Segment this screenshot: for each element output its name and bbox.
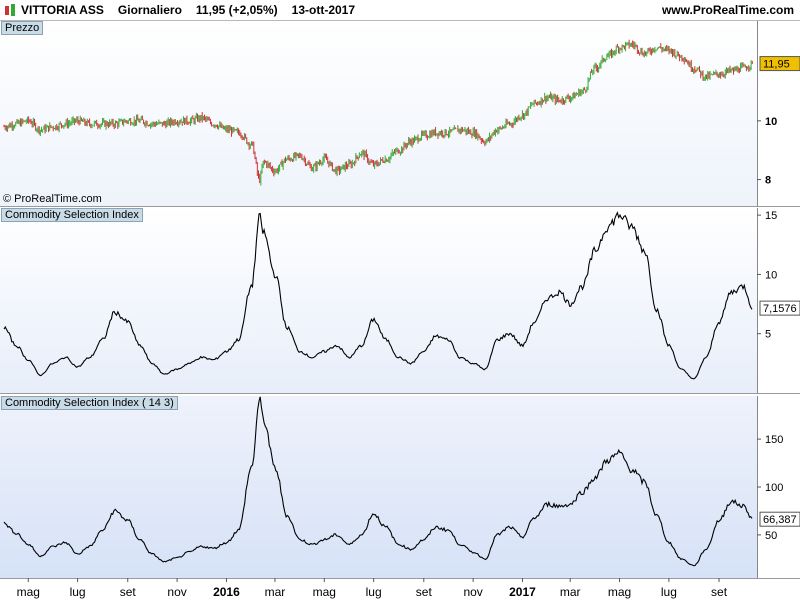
y-tick-label: 5 xyxy=(765,329,771,341)
csi-panel-title: Commodity Selection Index xyxy=(1,208,143,222)
x-tick-label: 2016 xyxy=(213,585,240,599)
x-tick-label: mag xyxy=(17,585,40,599)
y-tick-label: 150 xyxy=(765,434,783,446)
y-tick-label: 100 xyxy=(765,482,783,494)
y-tick-label: 8 xyxy=(765,175,771,187)
copyright-label: © ProRealTime.com xyxy=(3,193,102,205)
last-value-label: 7,1576 xyxy=(763,303,797,315)
x-tick-label: nov xyxy=(463,585,482,599)
y-tick-label: 10 xyxy=(765,269,777,281)
x-tick-label: mag xyxy=(608,585,631,599)
x-tick-label: set xyxy=(711,585,728,599)
y-tick-label: 50 xyxy=(765,530,777,542)
x-tick-label: set xyxy=(416,585,433,599)
x-tick-label: mar xyxy=(560,585,581,599)
x-tick-label: lug xyxy=(366,585,382,599)
x-tick-label: lug xyxy=(661,585,677,599)
panel-1-background xyxy=(0,21,757,206)
x-tick-label: 2017 xyxy=(509,585,536,599)
x-tick-label: mar xyxy=(265,585,286,599)
x-tick-label: nov xyxy=(167,585,186,599)
last-value-label: 11,95 xyxy=(763,59,790,71)
x-tick-label: set xyxy=(120,585,137,599)
panel-3-background xyxy=(0,396,757,578)
y-tick-label: 15 xyxy=(765,210,777,222)
chart-canvas: 8 10 11,95 5 10 15 7,1576 50 100 150 66,387 mag lug s… xyxy=(0,21,800,599)
price-panel-title: Prezzo xyxy=(1,21,44,35)
panel-2-axis-background xyxy=(758,208,800,393)
csi-param-panel-title: Commodity Selection Index ( 14 3) xyxy=(1,396,178,410)
last-value-label: 66,387 xyxy=(763,514,797,526)
x-tick-label: lug xyxy=(70,585,86,599)
x-tick-label: mag xyxy=(313,585,336,599)
panel-2-background xyxy=(0,208,757,393)
y-tick-label: 10 xyxy=(765,116,777,128)
